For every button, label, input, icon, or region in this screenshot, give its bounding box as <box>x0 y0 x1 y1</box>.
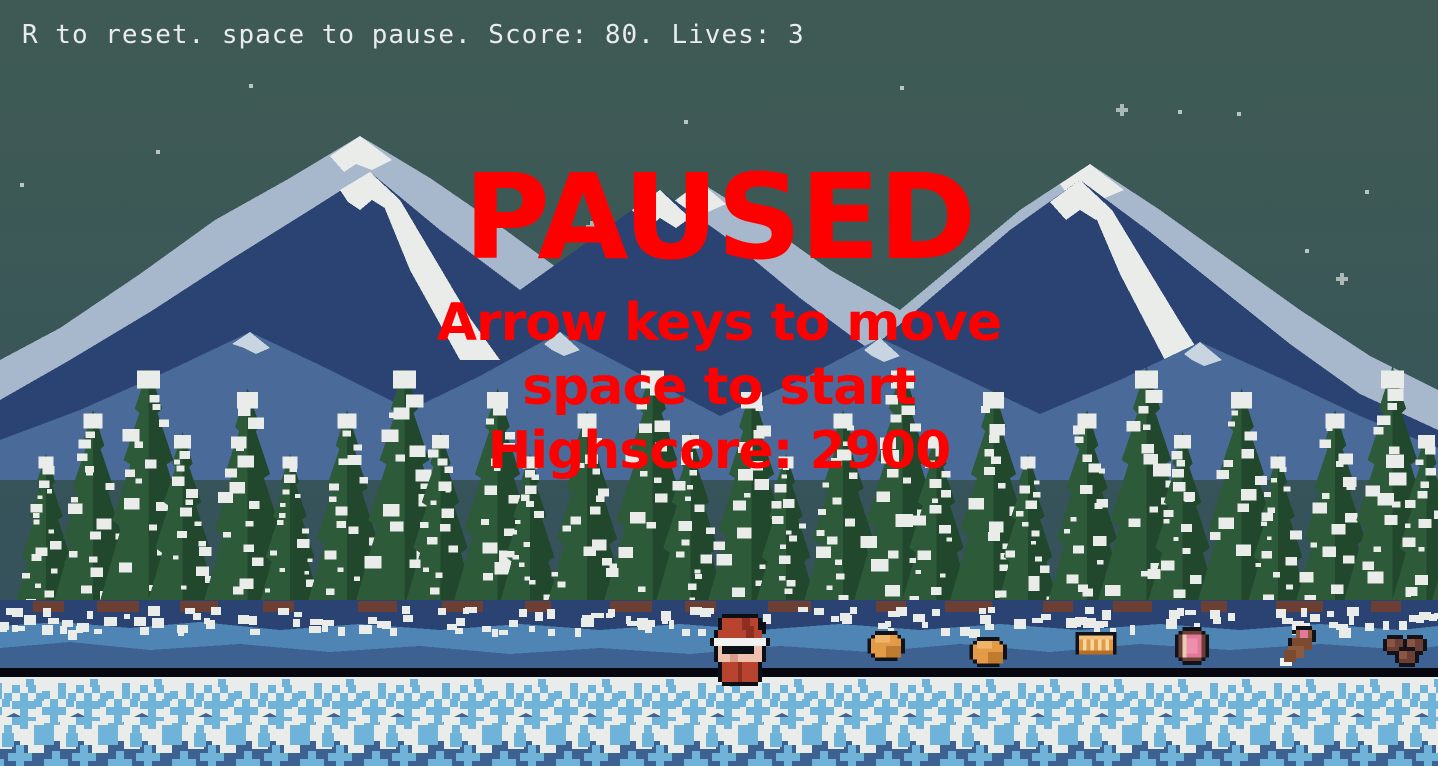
ham-steak-item <box>1174 627 1210 665</box>
snowflake-floor <box>0 677 1438 766</box>
game-canvas[interactable]: PAUSED Arrow keys to move space to start… <box>0 0 1438 766</box>
pine-tree <box>1430 580 1438 608</box>
hud-bar: R to reset. space to pause. Score: 80. L… <box>0 0 1438 62</box>
bread-roll-item <box>969 637 1007 667</box>
baguette-item <box>1075 631 1117 655</box>
bread-roll-item <box>867 631 905 661</box>
tree-band <box>0 352 1438 632</box>
drumstick-item <box>1280 626 1316 666</box>
santa-player[interactable] <box>710 614 770 686</box>
truffles-item <box>1383 635 1427 667</box>
hud-status-text: R to reset. space to pause. Score: 80. L… <box>22 20 805 50</box>
